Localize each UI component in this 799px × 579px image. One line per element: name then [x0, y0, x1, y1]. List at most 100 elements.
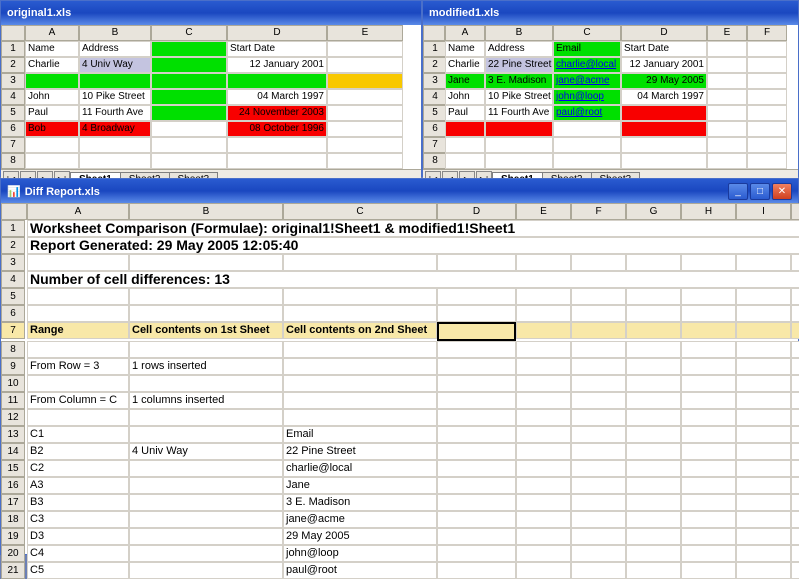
cell[interactable]: [571, 460, 626, 477]
cell[interactable]: [25, 137, 79, 153]
cell[interactable]: [747, 57, 787, 73]
cell[interactable]: [571, 494, 626, 511]
cell[interactable]: [747, 41, 787, 57]
column-header[interactable]: A: [445, 25, 485, 41]
cell[interactable]: [437, 443, 516, 460]
cell[interactable]: [747, 153, 787, 169]
cell[interactable]: [681, 426, 736, 443]
cell[interactable]: [516, 409, 571, 426]
cell[interactable]: 22 Pine Street: [485, 57, 553, 73]
cell[interactable]: [516, 426, 571, 443]
cell[interactable]: Name: [445, 41, 485, 57]
cell[interactable]: [27, 288, 129, 305]
cell[interactable]: [79, 137, 151, 153]
row-header[interactable]: 2: [423, 57, 447, 73]
cell[interactable]: [736, 528, 791, 545]
titlebar-diff[interactable]: 📊Diff Report.xls _ □ ✕: [1, 179, 798, 203]
cell[interactable]: [791, 460, 799, 477]
cell[interactable]: [626, 409, 681, 426]
cell[interactable]: [747, 121, 787, 137]
cell[interactable]: [707, 57, 747, 73]
cell[interactable]: [516, 477, 571, 494]
cell[interactable]: [681, 511, 736, 528]
row-header[interactable]: 6: [423, 121, 447, 137]
cell[interactable]: [791, 358, 799, 375]
cell[interactable]: Address: [79, 41, 151, 57]
cell[interactable]: [327, 73, 403, 89]
cell[interactable]: 24 November 2003: [227, 105, 327, 121]
cell[interactable]: [736, 443, 791, 460]
column-header[interactable]: D: [437, 203, 516, 220]
cell[interactable]: 04 March 1997: [227, 89, 327, 105]
column-header[interactable]: F: [747, 25, 787, 41]
cell[interactable]: Cell contents on 1st Sheet: [129, 322, 283, 339]
cell[interactable]: [553, 137, 621, 153]
row-header[interactable]: 8: [1, 341, 25, 358]
cell[interactable]: [626, 562, 681, 579]
cell[interactable]: Charlie: [25, 57, 79, 73]
cell[interactable]: [437, 494, 516, 511]
cell[interactable]: [736, 305, 791, 322]
cell[interactable]: [27, 254, 129, 271]
cell[interactable]: [283, 375, 437, 392]
cell[interactable]: [626, 511, 681, 528]
cell[interactable]: [445, 153, 485, 169]
row-header[interactable]: 9: [1, 358, 25, 375]
cell[interactable]: paul@root: [553, 105, 621, 121]
cell[interactable]: [437, 477, 516, 494]
cell[interactable]: [681, 460, 736, 477]
cell[interactable]: C2: [27, 460, 129, 477]
cell[interactable]: [151, 41, 227, 57]
cell[interactable]: Address: [485, 41, 553, 57]
column-header[interactable]: C: [283, 203, 437, 220]
column-header[interactable]: E: [327, 25, 403, 41]
cell[interactable]: [437, 358, 516, 375]
cell[interactable]: [516, 341, 571, 358]
cell[interactable]: [27, 305, 129, 322]
grid-diff[interactable]: ABCDEFGHIJ1Worksheet Comparison (Formula…: [1, 203, 798, 579]
cell[interactable]: B2: [27, 443, 129, 460]
cell[interactable]: charlie@local: [553, 57, 621, 73]
cell[interactable]: Email: [283, 426, 437, 443]
row-header[interactable]: 8: [423, 153, 447, 169]
cell[interactable]: [571, 358, 626, 375]
cell[interactable]: [437, 562, 516, 579]
cell[interactable]: [791, 288, 799, 305]
cell[interactable]: 29 May 2005: [621, 73, 707, 89]
cell[interactable]: Jane: [283, 477, 437, 494]
row-header[interactable]: 17: [1, 494, 25, 511]
cell[interactable]: [626, 426, 681, 443]
cell[interactable]: [707, 153, 747, 169]
cell[interactable]: [516, 322, 571, 339]
cell[interactable]: [516, 494, 571, 511]
cell[interactable]: C4: [27, 545, 129, 562]
cell[interactable]: A3: [27, 477, 129, 494]
cell[interactable]: [736, 358, 791, 375]
cell[interactable]: [791, 322, 799, 339]
cell[interactable]: [437, 254, 516, 271]
cell[interactable]: paul@root: [283, 562, 437, 579]
cell[interactable]: [129, 341, 283, 358]
cell[interactable]: [129, 305, 283, 322]
cell[interactable]: [571, 288, 626, 305]
cell[interactable]: [129, 545, 283, 562]
cell[interactable]: [27, 341, 129, 358]
cell[interactable]: [445, 121, 485, 137]
cell[interactable]: [151, 57, 227, 73]
row-header[interactable]: 19: [1, 528, 25, 545]
cell[interactable]: [791, 562, 799, 579]
cell[interactable]: Worksheet Comparison (Formulae): origina…: [27, 220, 799, 237]
cell[interactable]: [736, 409, 791, 426]
column-header[interactable]: C: [553, 25, 621, 41]
row-header[interactable]: 10: [1, 375, 25, 392]
cell[interactable]: [736, 375, 791, 392]
cell[interactable]: [707, 121, 747, 137]
minimize-button[interactable]: _: [728, 183, 748, 200]
cell[interactable]: [791, 305, 799, 322]
cell[interactable]: [283, 341, 437, 358]
cell[interactable]: jane@acme: [283, 511, 437, 528]
row-header[interactable]: 3: [1, 254, 25, 271]
cell[interactable]: [736, 545, 791, 562]
cell[interactable]: [485, 121, 553, 137]
cell[interactable]: 10 Pike Street: [485, 89, 553, 105]
